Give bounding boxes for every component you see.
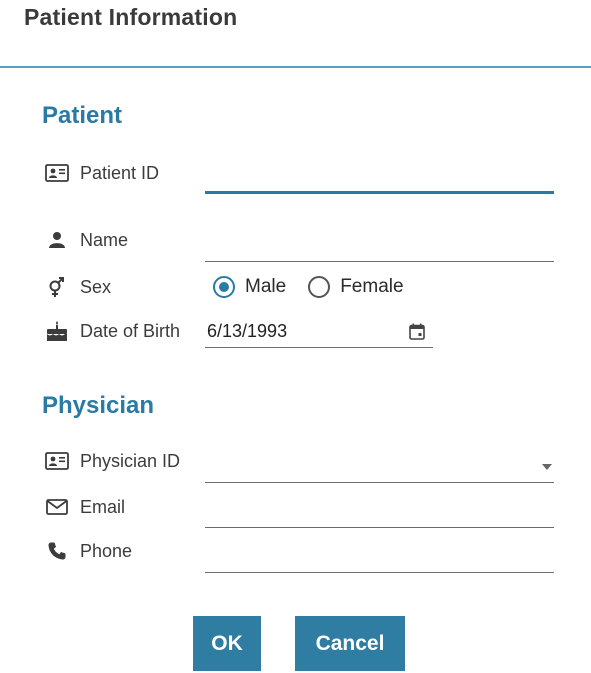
name-label: Name	[80, 229, 129, 250]
physician-section-heading: Physician	[42, 392, 155, 419]
patient-section-heading: Patient	[42, 102, 123, 129]
date-of-birth-label-row: Date of Birth	[44, 320, 180, 342]
envelope-icon	[44, 496, 70, 518]
name-label-row: Name	[44, 229, 128, 251]
physician-id-label: Physician ID	[80, 450, 181, 471]
id-card-icon	[44, 450, 70, 472]
email-label-row: Email	[44, 496, 125, 518]
phone-label-row: Phone	[44, 540, 132, 562]
ok-button[interactable]: OK	[193, 616, 261, 671]
sex-label: Sex	[80, 276, 112, 297]
phone-label: Phone	[80, 540, 133, 561]
sex-radio-group: Male Female	[213, 276, 426, 298]
phone-icon	[44, 540, 70, 562]
email-label: Email	[80, 496, 126, 517]
person-icon	[44, 229, 70, 251]
patient-id-label: Patient ID	[80, 162, 160, 183]
sex-option-female[interactable]: Female	[308, 276, 404, 298]
email-input[interactable]	[205, 500, 554, 528]
female-radio-button[interactable]	[308, 276, 331, 298]
date-of-birth-value[interactable]: 6/13/1993	[205, 321, 287, 342]
title-divider	[0, 66, 591, 68]
date-of-birth-label: Date of Birth	[80, 320, 181, 341]
phone-input[interactable]	[205, 545, 554, 573]
patient-id-label-row: Patient ID	[44, 162, 159, 184]
gender-icon	[44, 276, 70, 298]
id-card-icon	[44, 162, 70, 184]
patient-information-dialog: Patient Information Patient Patient ID N…	[0, 0, 591, 673]
patient-id-input[interactable]	[205, 166, 554, 194]
chevron-down-icon[interactable]	[542, 463, 552, 470]
female-radio-label: Female	[340, 276, 404, 297]
date-of-birth-picker[interactable]: 6/13/1993	[205, 316, 433, 348]
calendar-icon[interactable]	[405, 320, 429, 344]
physician-id-select[interactable]	[205, 451, 554, 483]
physician-id-label-row: Physician ID	[44, 450, 180, 472]
male-radio-label: Male	[245, 276, 287, 297]
name-input[interactable]	[205, 234, 554, 262]
cancel-button[interactable]: Cancel	[295, 616, 405, 671]
sex-label-row: Sex	[44, 276, 111, 298]
male-radio-button[interactable]	[213, 276, 235, 298]
dialog-title: Patient Information	[24, 4, 238, 30]
birthday-cake-icon	[44, 320, 70, 342]
sex-option-male[interactable]: Male	[213, 276, 286, 298]
